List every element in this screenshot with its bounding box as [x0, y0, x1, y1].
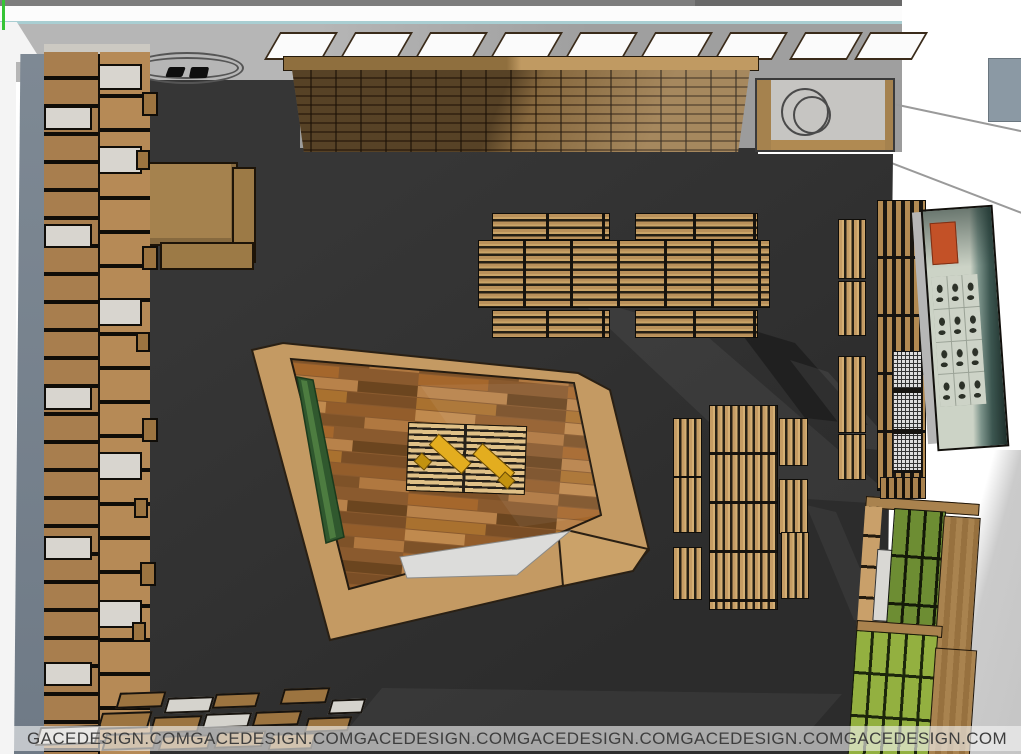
- art-glyph-cell: [938, 374, 955, 407]
- watermark-text: GACEDESIGN.COM: [27, 729, 190, 749]
- slatted-wall-panel: [285, 70, 757, 152]
- art-glyph-cell: [936, 342, 953, 375]
- art-glyph-cell: [949, 308, 966, 341]
- yellow-seat: [429, 434, 472, 475]
- art-glyph-cell: [952, 340, 969, 373]
- art-glyph-cell: [954, 373, 971, 406]
- basin-circle-inner: [793, 96, 831, 134]
- watermark-text: GACEDESIGN.COM: [354, 729, 517, 749]
- left-outer-wall: [0, 22, 16, 754]
- watermark-text: GACEDESIGN.COM: [844, 729, 1007, 749]
- art-glyph-cell: [967, 339, 984, 372]
- art-glyph-cell: [934, 309, 951, 342]
- art-glyph-cell: [969, 372, 986, 405]
- art-glyph-cell: [947, 275, 964, 308]
- watermark-text: GACEDESIGN.COM: [517, 729, 680, 749]
- slatted-panel-beam: [283, 56, 759, 71]
- art-orange-seal: [930, 221, 959, 265]
- render-canvas: GACEDESIGN.COMGACEDESIGN.COMGACEDESIGN.C…: [0, 0, 1021, 754]
- left-blue-gray-wall: [14, 54, 46, 754]
- oval-table-inner-ring: [135, 57, 239, 79]
- watermark-text: GACEDESIGN.COM: [680, 729, 843, 749]
- watermark-text: GACEDESIGN.COM: [190, 729, 353, 749]
- wood-desk-front: [160, 242, 254, 270]
- top-white-band: [0, 6, 950, 21]
- yellow-seat-end: [414, 452, 432, 470]
- art-glyph-cell: [931, 276, 948, 309]
- art-glyph-cell: [963, 274, 980, 307]
- art-glyph-grid: [931, 274, 986, 407]
- slat-piece: [880, 477, 926, 499]
- platform-slat-table: [406, 422, 527, 495]
- shelving-column-inner: [100, 52, 150, 754]
- chair-glyph: [189, 67, 209, 78]
- art-glyph-cell: [965, 307, 982, 340]
- right-window-opening: [988, 58, 1021, 122]
- mesh-baskets: [892, 351, 922, 473]
- watermark-band: GACEDESIGN.COMGACEDESIGN.COMGACEDESIGN.C…: [0, 726, 1021, 751]
- axis-line: [2, 0, 5, 30]
- left-cube-shelving: [44, 44, 150, 754]
- service-cabinet: [755, 78, 895, 152]
- shelving-column-outer: [44, 52, 98, 754]
